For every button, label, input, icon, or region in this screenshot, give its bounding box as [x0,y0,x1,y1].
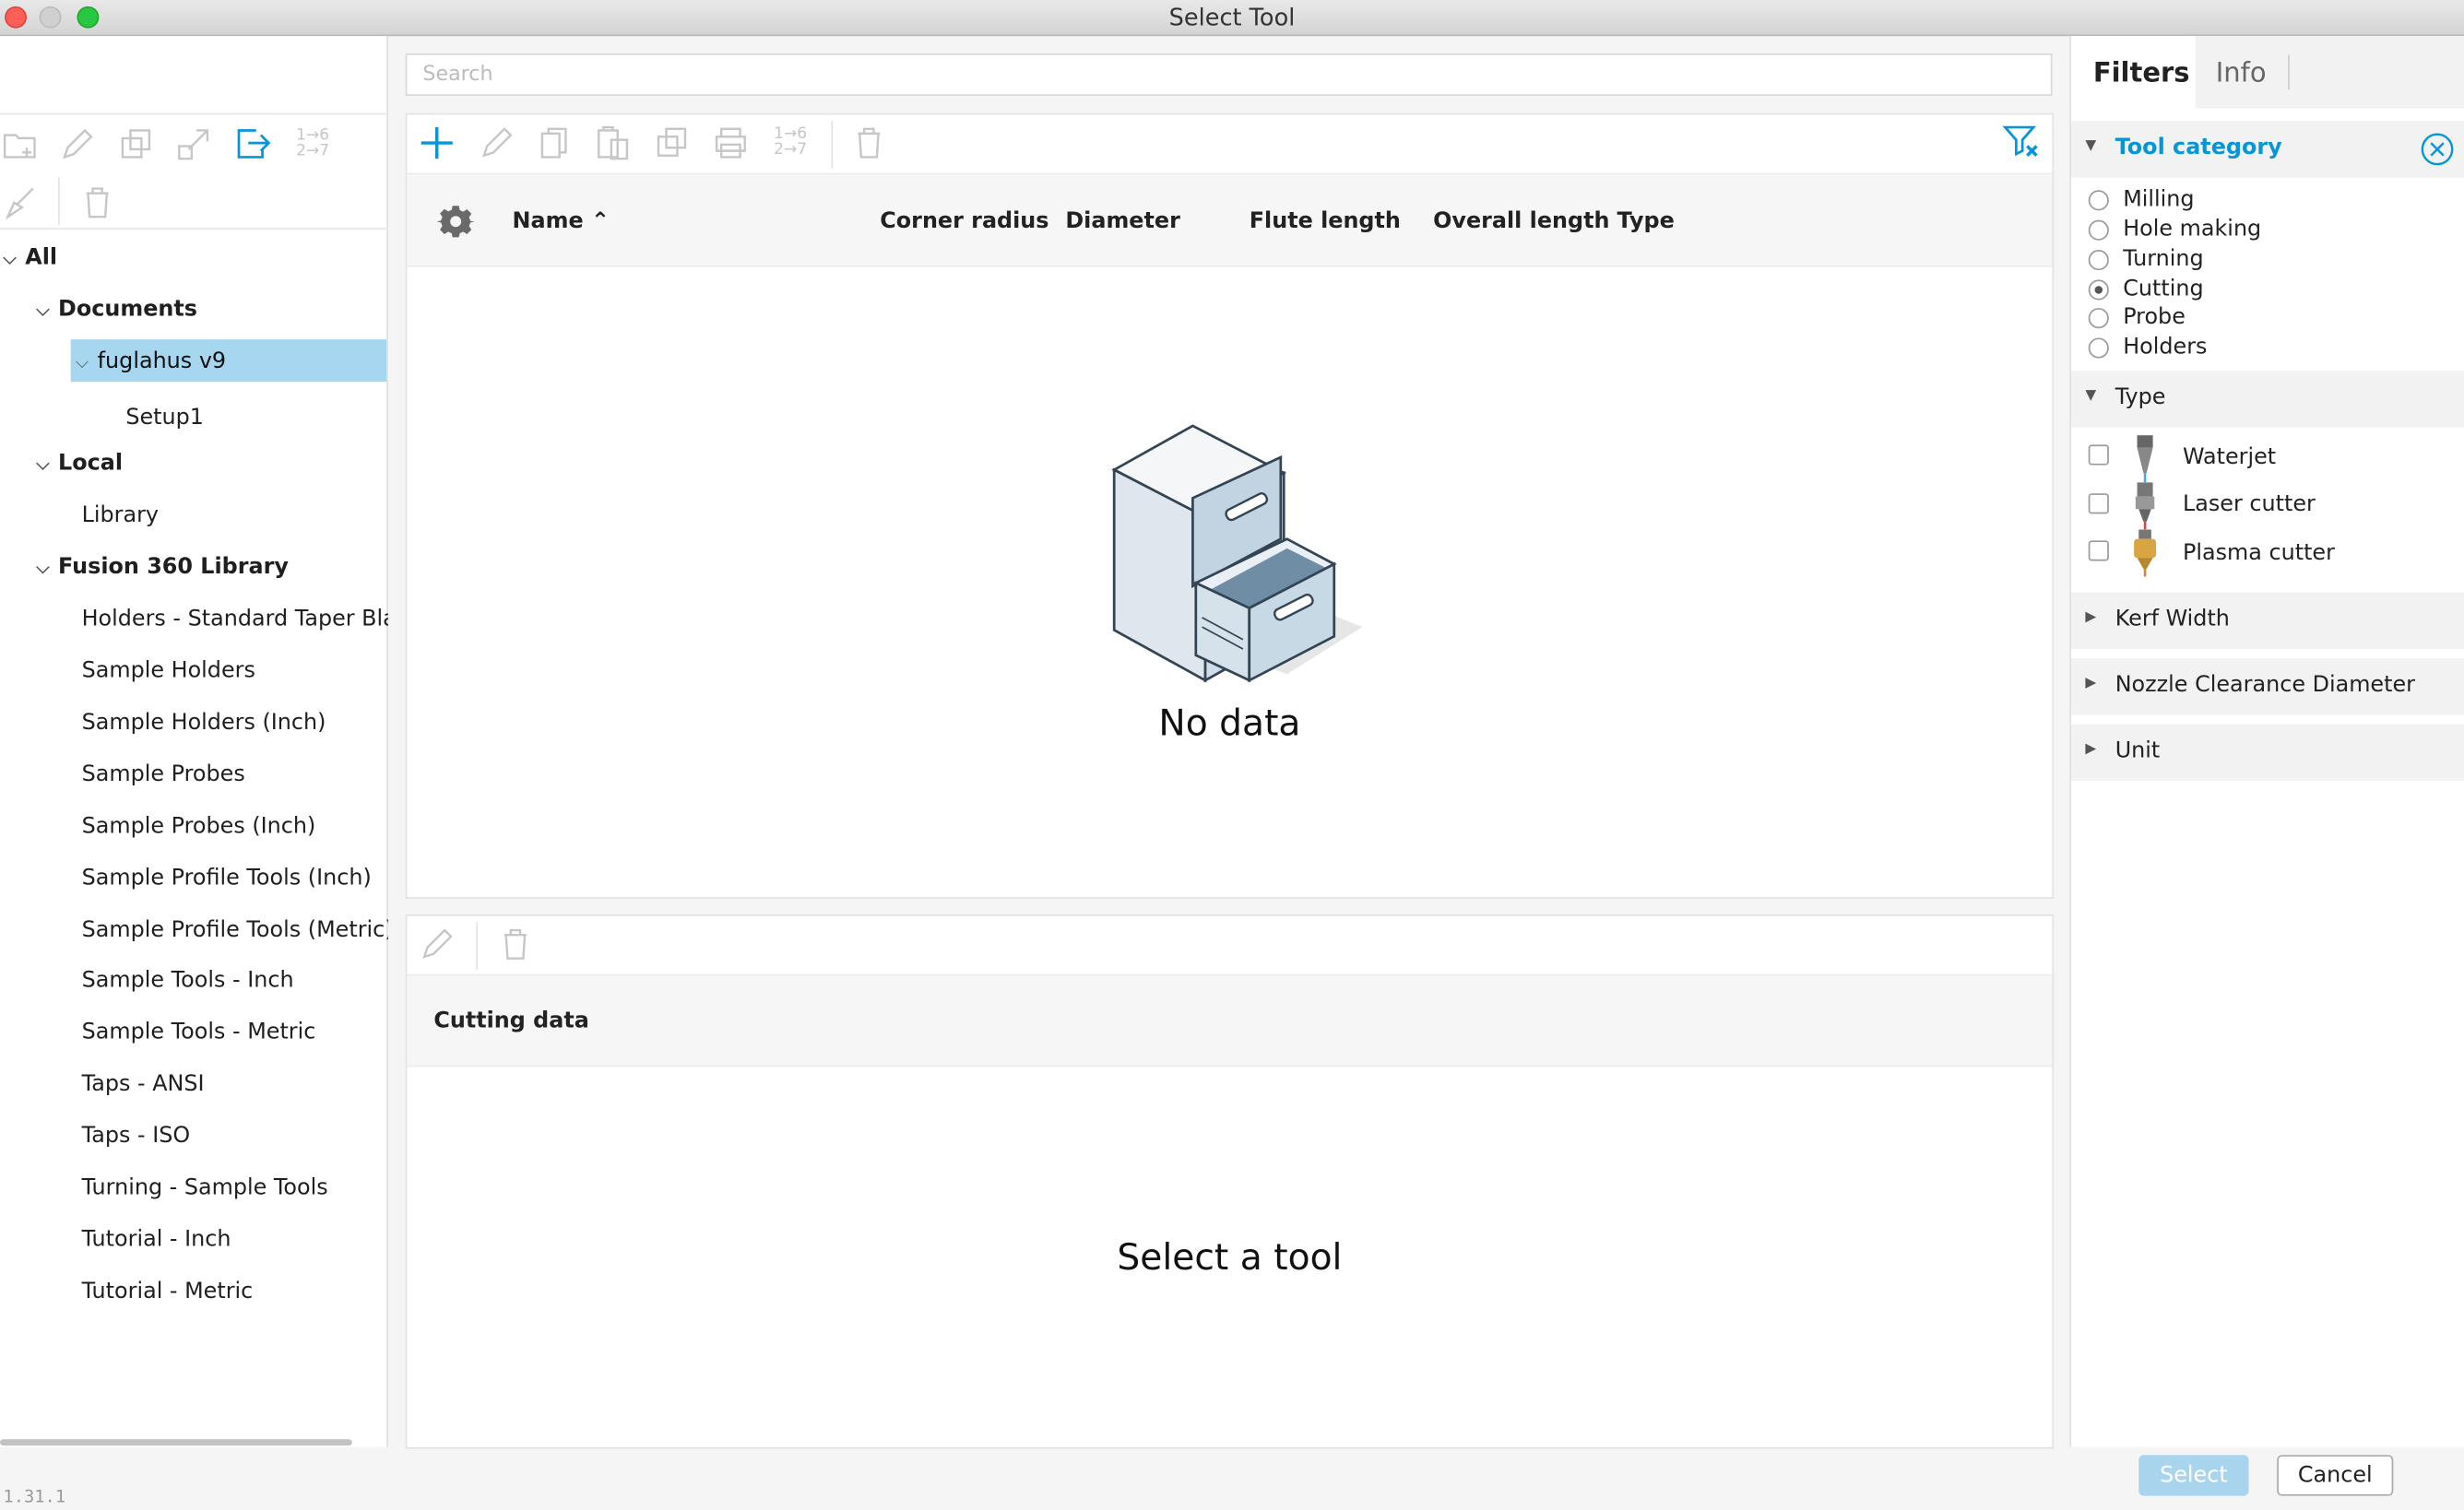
column-header-diameter[interactable]: Diameter [1065,209,1179,234]
radio-probe[interactable] [2088,308,2109,329]
clear-filter-icon[interactable] [2000,121,2041,161]
library-item[interactable]: Sample Profile Tools (Metric) [82,917,388,942]
section-type[interactable]: ▼ Type [2070,371,2464,428]
cancel-button[interactable]: Cancel [2277,1455,2394,1496]
column-header-overall-length[interactable]: Overall length [1433,209,1609,234]
close-circle-icon[interactable] [2420,132,2454,166]
triangle-right-icon: ▶ [2085,741,2097,758]
plasma-cutter-icon [2134,529,2156,577]
search-input[interactable]: Search [405,53,2053,96]
unit-label: Unit [2115,738,2161,764]
triangle-right-icon: ▶ [2085,609,2097,626]
table-header: Name ⌃ Corner radius Diameter Flute leng… [407,172,2053,267]
triangle-right-icon: ▶ [2085,675,2097,691]
laser-cutter-icon [2135,482,2155,530]
close-window-button[interactable] [5,6,27,29]
library-item[interactable]: Sample Probes [82,762,245,787]
section-kerf-width[interactable]: ▶ Kerf Width [2070,592,2464,649]
tool-toolbar: 1→6 2→7 [407,114,2052,172]
edit-icon[interactable] [417,924,457,964]
option-cutting-label: Cutting [2123,276,2204,302]
paste-icon[interactable] [592,123,633,163]
add-icon[interactable] [417,123,457,163]
filters-panel: Filters Info ▼ Tool category Milling Hol… [2069,36,2464,1447]
library-item[interactable]: Sample Tools - Inch [82,968,294,993]
option-holders-label: Holders [2123,335,2208,360]
tool-table-panel: 1→6 2→7 Name ⌃ Corner radius Diameter Flu… [405,112,2055,899]
library-item[interactable]: Sample Probes (Inch) [82,814,316,839]
section-tool-category[interactable]: ▼ Tool category [2070,121,2464,178]
option-probe-label: Probe [2123,304,2186,330]
select-button[interactable]: Select [2138,1455,2249,1496]
sort-ascending-icon: ⌃ [590,208,610,234]
tab-info[interactable]: Info [2216,58,2267,89]
checkbox-laser-cutter[interactable] [2088,493,2109,514]
library-item[interactable]: Sample Tools - Metric [82,1020,316,1044]
triangle-down-icon: ▼ [2085,137,2097,155]
option-plasma-cutter-label: Plasma cutter [2182,540,2335,566]
gear-icon[interactable] [435,201,476,242]
title-bar: Select Tool [0,0,2464,37]
delete-icon[interactable] [848,123,889,163]
option-waterjet-label: Waterjet [2182,444,2277,470]
duplicate-icon[interactable] [652,123,693,163]
library-list: Holders - Standard Taper Blanks Sample H… [0,36,388,1447]
cutting-data-title: Cutting data [433,1009,589,1034]
search-placeholder: Search [422,63,493,87]
version-label: 1.31.1 [3,1486,66,1507]
library-item[interactable]: Tutorial - Metric [82,1279,254,1304]
option-turning-label: Turning [2123,246,2204,272]
triangle-down-icon: ▼ [2085,388,2097,405]
library-item[interactable]: Taps - ISO [82,1124,191,1149]
library-panel: 1→6 2→7 ⌵ All ⌵ Documents ⌵ fuglahus v9 Setu… [0,36,388,1447]
tool-category-label: Tool category [2115,135,2282,160]
window-title: Select Tool [1168,3,1296,32]
section-unit[interactable]: ▶ Unit [2070,724,2464,782]
column-header-flute-length[interactable]: Flute length [1250,209,1401,234]
horizontal-scrollbar[interactable] [0,1439,352,1446]
section-nozzle-clearance[interactable]: ▶ Nozzle Clearance Diameter [2070,658,2464,715]
option-milling-label: Milling [2123,186,2195,213]
filter-tabs: Filters Info [2070,36,2464,109]
checkbox-plasma-cutter[interactable] [2088,540,2109,561]
library-item[interactable]: Turning - Sample Tools [82,1175,328,1200]
minimize-window-button[interactable] [39,6,62,29]
library-item[interactable]: Sample Holders [82,658,255,683]
nozzle-clearance-label: Nozzle Clearance Diameter [2115,672,2415,698]
cutting-data-panel: Cutting data Select a tool [405,914,2055,1449]
type-label: Type [2115,384,2166,410]
library-item[interactable]: Taps - ANSI [82,1071,205,1096]
column-header-name[interactable]: Name ⌃ [513,209,610,234]
renumber-icon[interactable]: 1→6 2→7 [770,123,811,163]
library-item[interactable]: Holders - Standard Taper Blanks [82,607,388,631]
delete-icon[interactable] [495,924,536,964]
edit-icon[interactable] [476,123,516,163]
tab-filters[interactable]: Filters [2093,58,2190,89]
library-item[interactable]: Sample Profile Tools (Inch) [82,866,372,891]
radio-hole-making[interactable] [2088,219,2109,241]
copy-icon[interactable] [534,123,575,163]
cutting-data-header: Cutting data [407,973,2053,1068]
radio-holders[interactable] [2088,337,2109,359]
print-icon[interactable] [710,123,751,163]
waterjet-icon [2137,435,2153,483]
kerf-width-label: Kerf Width [2115,606,2230,632]
column-header-corner-radius[interactable]: Corner radius [880,209,1048,234]
library-item[interactable]: Tutorial - Inch [82,1227,231,1252]
radio-turning[interactable] [2088,250,2109,271]
radio-cutting[interactable] [2088,279,2109,301]
select-tool-message: Select a tool [1117,1238,1343,1280]
checkbox-waterjet[interactable] [2088,444,2109,466]
empty-state-message: No data [1158,703,1301,745]
library-item[interactable]: Sample Holders (Inch) [82,710,326,735]
option-hole-making-label: Hole making [2123,217,2262,242]
column-header-type[interactable]: Type [1617,209,1674,234]
empty-cabinet-illustration [1111,424,1363,683]
radio-milling[interactable] [2088,190,2109,211]
zoom-window-button[interactable] [77,6,100,29]
option-laser-cutter-label: Laser cutter [2182,491,2316,517]
